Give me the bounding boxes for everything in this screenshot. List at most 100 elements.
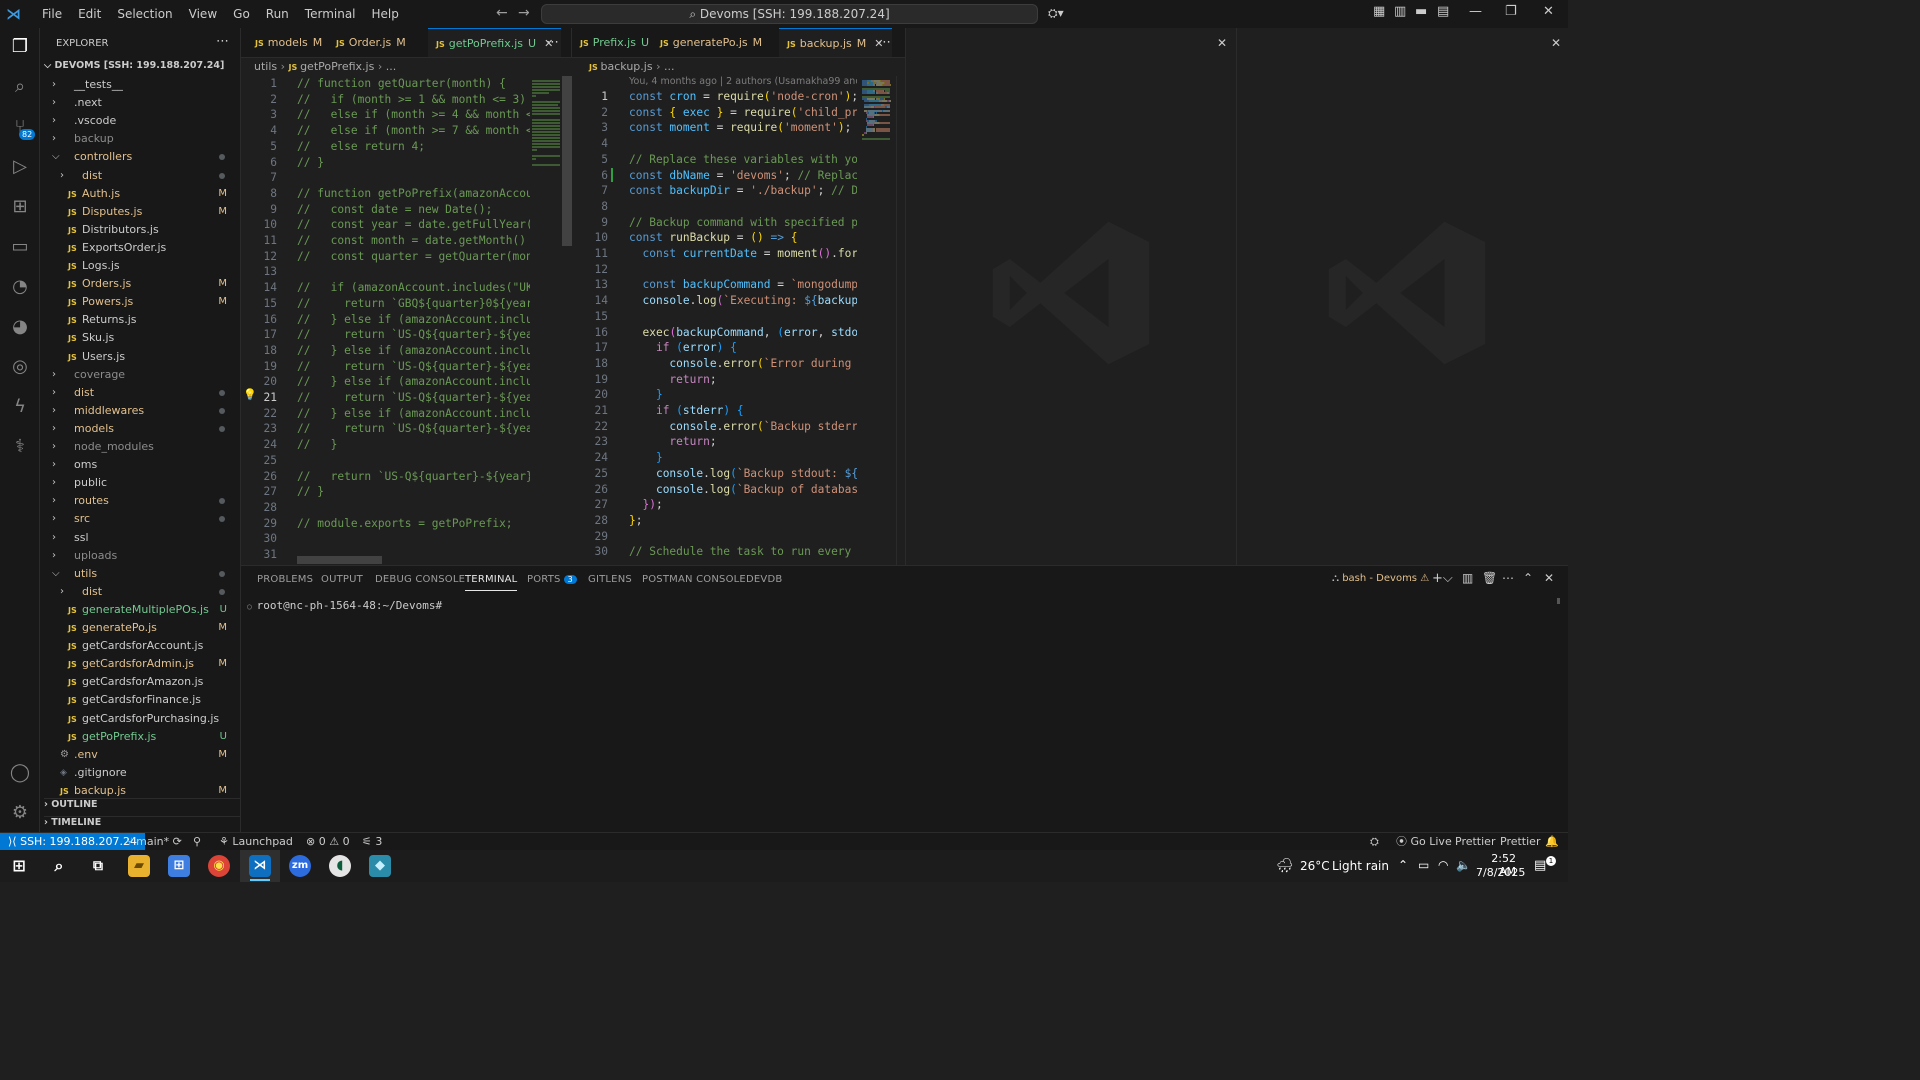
command-center[interactable]: ⌕ Devoms [SSH: 199.188.207.24] bbox=[541, 4, 1038, 24]
taskbar-search-icon[interactable]: ⌕ bbox=[48, 855, 70, 877]
line-number[interactable]: 24 bbox=[241, 437, 277, 453]
line-number[interactable]: 1 bbox=[241, 76, 277, 92]
code-line[interactable]: // } else if (amazonAccount.incluc bbox=[297, 312, 531, 328]
file-row[interactable]: JS Distributors.js bbox=[40, 221, 241, 239]
line-number[interactable]: 17 bbox=[572, 340, 608, 356]
menu-go[interactable]: Go bbox=[225, 0, 258, 28]
empty-editor-group-2[interactable]: ✕ bbox=[1236, 28, 1568, 565]
file-row[interactable]: JS Auth.js M bbox=[40, 185, 241, 203]
folder-row[interactable]: › .vscode bbox=[40, 112, 241, 130]
line-number[interactable]: 30 bbox=[241, 531, 277, 547]
file-row[interactable]: JS Users.js bbox=[40, 348, 241, 366]
folder-row[interactable]: › .next bbox=[40, 94, 241, 112]
file-row[interactable]: JS Logs.js bbox=[40, 257, 241, 275]
editor-tab[interactable]: JS getPoPrefix.js U ✕ bbox=[428, 28, 562, 57]
right-more-tabs-icon[interactable]: ⋯ bbox=[878, 35, 891, 50]
file-row[interactable]: JS Orders.js M bbox=[40, 275, 241, 293]
code-line[interactable]: exec(backupCommand, (error, stdout bbox=[629, 325, 857, 341]
customize-layout-icon[interactable]: ▦ bbox=[1373, 4, 1385, 19]
file-explorer-icon[interactable]: ▰ bbox=[128, 855, 150, 877]
line-number[interactable]: 6 bbox=[241, 155, 277, 171]
code-line[interactable]: console.log(`Executing: ${backupCo bbox=[629, 293, 857, 309]
panel-more-icon[interactable]: ⋯ bbox=[1502, 571, 1514, 585]
code-line[interactable]: if (error) { bbox=[629, 340, 737, 356]
wifi-icon[interactable]: ◠ bbox=[1438, 858, 1448, 872]
line-number[interactable]: 28 bbox=[572, 513, 608, 529]
file-row[interactable]: JS getCardsforAdmin.js M bbox=[40, 655, 241, 673]
menu-terminal[interactable]: Terminal bbox=[297, 0, 364, 28]
folder-row[interactable]: ⌵ utils bbox=[40, 565, 241, 583]
panel-tab[interactable]: TERMINAL bbox=[465, 574, 518, 591]
line-number[interactable]: 8 bbox=[241, 186, 277, 202]
folder-row[interactable]: ⌵ controllers bbox=[40, 148, 241, 166]
menu-run[interactable]: Run bbox=[258, 0, 297, 28]
code-line[interactable]: // else if (month >= 4 && month <= bbox=[297, 107, 531, 123]
code-line[interactable]: const { exec } = require('child_proc bbox=[629, 105, 857, 121]
code-line[interactable]: // module.exports = getPoPrefix; bbox=[297, 516, 513, 532]
code-line[interactable]: // function getQuarter(month) { bbox=[297, 76, 506, 92]
code-line[interactable]: // } else if (amazonAccount.incluc bbox=[297, 374, 531, 390]
code-line[interactable]: // const quarter = getQuarter(mont bbox=[297, 249, 531, 265]
settings-gear-icon[interactable]: ⚙ bbox=[7, 800, 33, 826]
line-number[interactable]: 19 bbox=[241, 359, 277, 375]
line-number[interactable]: 22 bbox=[241, 406, 277, 422]
toggle-panel-icon[interactable]: ▬ bbox=[1415, 4, 1427, 19]
menu-edit[interactable]: Edit bbox=[70, 0, 109, 28]
split-terminal-icon[interactable]: ▥ bbox=[1462, 571, 1473, 585]
line-number[interactable]: 2 bbox=[241, 92, 277, 108]
code-line[interactable]: const cron = require('node-cron'); bbox=[629, 89, 857, 105]
right-minimap[interactable] bbox=[860, 76, 896, 565]
editor-tab[interactable]: JS models M bbox=[247, 28, 330, 57]
ports-indicator[interactable]: ⚟ 3 bbox=[362, 833, 382, 851]
python-icon[interactable]: ⚕ bbox=[7, 434, 33, 460]
file-row[interactable]: JS generatePo.js M bbox=[40, 619, 241, 637]
terminal-scrollbar[interactable] bbox=[1557, 598, 1560, 604]
breadcrumb-symbol[interactable]: ... bbox=[664, 60, 675, 73]
file-row[interactable]: JS ExportsOrder.js bbox=[40, 239, 241, 257]
windows-start-icon[interactable]: ⊞ bbox=[8, 855, 30, 877]
line-number[interactable]: 25 bbox=[241, 453, 277, 469]
battery-icon[interactable]: ▭ bbox=[1418, 858, 1429, 872]
code-line[interactable]: // } bbox=[297, 155, 324, 171]
file-row[interactable]: ⚙ .env M bbox=[40, 746, 241, 764]
go-live[interactable]: ⦿ Go Live bbox=[1396, 833, 1452, 851]
line-number[interactable]: 3 bbox=[572, 120, 608, 136]
left-code-editor[interactable]: 1 // function getQuarter(month) {2 // if (… bbox=[241, 76, 531, 565]
ms-store-icon[interactable]: ⊞ bbox=[168, 855, 190, 877]
file-row[interactable]: ◈ .gitignore bbox=[40, 764, 241, 782]
line-number[interactable]: 15 bbox=[241, 296, 277, 312]
panel-tab[interactable]: PORTS 3 bbox=[527, 574, 577, 585]
close-panel-icon[interactable]: ✕ bbox=[1544, 571, 1554, 585]
line-number[interactable]: 10 bbox=[572, 230, 608, 246]
git-graph-icon[interactable]: ⚲ bbox=[193, 833, 201, 851]
folder-row[interactable]: › dist bbox=[40, 167, 241, 185]
editor-tab[interactable]: JS Prefix.js U bbox=[572, 28, 657, 57]
code-line[interactable]: }); bbox=[629, 497, 662, 513]
code-line[interactable]: console.log(`Backup of database bbox=[629, 482, 857, 498]
line-number[interactable]: 4 bbox=[572, 136, 608, 152]
devdb-icon[interactable]: ◎ bbox=[7, 354, 33, 380]
code-line[interactable]: } bbox=[629, 387, 663, 403]
menu-view[interactable]: View bbox=[181, 0, 225, 28]
folder-row[interactable]: › __tests__ bbox=[40, 76, 241, 94]
postman-icon[interactable]: ◕ bbox=[7, 314, 33, 340]
line-number[interactable]: 18 bbox=[572, 356, 608, 372]
code-line[interactable]: }; bbox=[629, 513, 643, 529]
code-line[interactable]: // function getPoPrefix(amazonAccoun bbox=[297, 186, 531, 202]
line-number[interactable]: 6 bbox=[572, 168, 608, 184]
code-line[interactable]: // const year = date.getFullYear() bbox=[297, 217, 531, 233]
code-line[interactable]: // } bbox=[297, 484, 324, 500]
folder-row[interactable]: › middlewares bbox=[40, 402, 241, 420]
folder-row[interactable]: › dist bbox=[40, 384, 241, 402]
file-row[interactable]: JS getPoPrefix.js U bbox=[40, 728, 241, 746]
code-line[interactable]: // return `US-Q${quarter}-${year bbox=[297, 390, 531, 406]
clock-date[interactable]: 7/8/2025 bbox=[1476, 866, 1525, 879]
line-number[interactable]: 24 bbox=[572, 450, 608, 466]
restore-icon[interactable]: ❐ bbox=[1505, 4, 1517, 19]
accounts-icon[interactable]: ◯ bbox=[7, 760, 33, 786]
code-line[interactable]: return; bbox=[629, 372, 716, 388]
remote-explorer-icon[interactable]: ▭ bbox=[7, 234, 33, 260]
breadcrumb-symbol[interactable]: ... bbox=[386, 60, 397, 73]
problems-indicator[interactable]: ⊗ 0 ⚠ 0 bbox=[306, 833, 350, 851]
weather-text[interactable]: Light rain bbox=[1332, 859, 1389, 873]
